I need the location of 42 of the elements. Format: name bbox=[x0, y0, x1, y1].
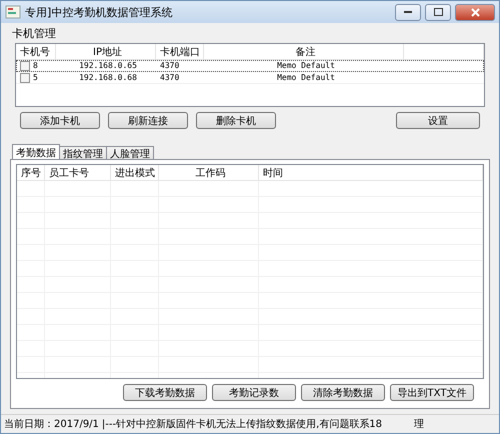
checkbox[interactable] bbox=[20, 72, 30, 82]
column-header[interactable]: 卡机端口 bbox=[156, 44, 204, 59]
checkbox[interactable] bbox=[20, 60, 30, 70]
status-message: |---针对中控新版固件卡机无法上传指纹数据使用,有问题联系18 bbox=[102, 418, 382, 431]
tab[interactable]: 人脸管理 bbox=[106, 146, 154, 160]
close-button[interactable] bbox=[455, 4, 495, 20]
device-button[interactable]: 删除卡机 bbox=[196, 112, 276, 129]
tab[interactable]: 考勤数据 bbox=[12, 144, 60, 160]
action-button[interactable]: 导出到TXT文件 bbox=[390, 384, 474, 401]
group-title: 卡机管理 bbox=[11, 26, 57, 42]
column-header[interactable]: 工作码 bbox=[159, 165, 259, 180]
column-header[interactable]: 进出模式 bbox=[111, 165, 159, 180]
table-cell: Memo Default bbox=[277, 73, 335, 82]
column-header[interactable]: 备注 bbox=[204, 44, 404, 59]
table-cell: 4370 bbox=[160, 61, 180, 70]
minimize-button[interactable] bbox=[395, 4, 421, 20]
maximize-button[interactable] bbox=[425, 4, 451, 20]
device-button[interactable]: 添加卡机 bbox=[20, 112, 100, 129]
column-header[interactable]: IP地址 bbox=[56, 44, 156, 59]
action-button[interactable]: 清除考勤数据 bbox=[301, 384, 385, 401]
app-icon bbox=[5, 5, 21, 19]
settings-button[interactable]: 设置 bbox=[396, 112, 480, 129]
action-button[interactable]: 下载考勤数据 bbox=[123, 384, 207, 401]
status-message: 理 bbox=[414, 418, 424, 431]
table-cell: 5 bbox=[33, 73, 38, 82]
device-button[interactable]: 刷新连接 bbox=[108, 112, 188, 129]
column-header[interactable]: 序号 bbox=[17, 165, 45, 180]
table-cell: 8 bbox=[33, 61, 38, 70]
table-cell: 4370 bbox=[160, 73, 180, 82]
minimize-icon bbox=[404, 11, 412, 13]
window-title: 专用]中控考勤机数据管理系统 bbox=[25, 4, 174, 20]
tab[interactable]: 指纹管理 bbox=[59, 146, 107, 160]
column-header[interactable]: 时间 bbox=[259, 165, 483, 180]
maximize-icon bbox=[434, 8, 442, 16]
table-cell: Memo Default bbox=[277, 61, 335, 70]
column-header[interactable]: 卡机号 bbox=[16, 44, 56, 59]
column-header[interactable]: 员工卡号 bbox=[45, 165, 111, 180]
table-cell: 192.168.0.68 bbox=[79, 73, 137, 82]
close-icon bbox=[470, 8, 480, 16]
table-cell: 192.168.0.65 bbox=[79, 61, 137, 70]
action-button[interactable]: 考勤记录数 bbox=[212, 384, 296, 401]
current-date: 当前日期：2017/9/1 bbox=[4, 418, 99, 431]
